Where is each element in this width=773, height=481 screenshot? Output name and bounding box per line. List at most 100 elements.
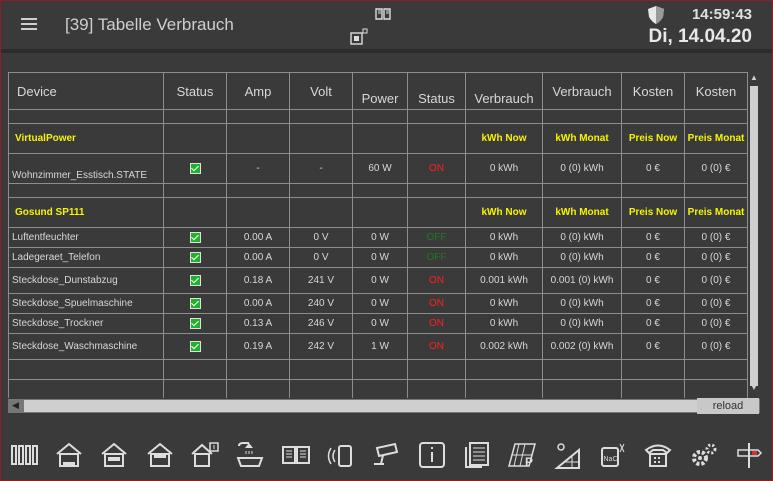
gears-icon[interactable] [688, 439, 720, 471]
solar-panel-icon[interactable] [552, 439, 584, 471]
table-row[interactable]: Ladegeraet_Telefon 0.00 A0 V0 W OFF 0 kWh 0 … [8, 247, 748, 268]
reload-button[interactable]: reload [697, 398, 759, 414]
power-value: 0 W [352, 227, 408, 248]
status-check[interactable] [163, 153, 227, 184]
section-name: VirtualPower [8, 123, 164, 154]
col-header-amp: Amp [226, 72, 290, 110]
menu-icon[interactable] [21, 18, 39, 32]
section-unit-now: kWh Now [465, 197, 543, 228]
header-divider [1, 49, 772, 53]
col-header-switch-status: Status [407, 72, 466, 110]
status-check[interactable] [163, 267, 227, 294]
col-header-power: Power [352, 72, 408, 110]
checkbox-icon[interactable] [189, 231, 201, 243]
volt-value: 246 V [289, 313, 353, 334]
table-row[interactable]: Wohnzimmer_Esstisch.STATE - -60 W ON 0 kWh 0 … [8, 153, 748, 184]
consumption-table: Device Status Amp Volt Power Status Verb… [8, 72, 748, 398]
cost-month: 0 (0) € [684, 267, 748, 294]
phone-speaker-icon[interactable] [325, 439, 357, 471]
switch-state: OFF [407, 227, 466, 248]
vertical-scroll-thumb[interactable] [750, 86, 758, 386]
checkbox-icon[interactable] [189, 251, 201, 263]
svg-text:P: P [525, 455, 533, 469]
svg-text:NaCl: NaCl [604, 456, 620, 463]
checkbox-icon[interactable] [189, 340, 201, 352]
status-check[interactable] [163, 333, 227, 360]
shower-icon[interactable] [234, 439, 266, 471]
page-title: [39] Tabelle Verbrauch [65, 15, 234, 34]
amp-value: 0.00 A [226, 227, 290, 248]
table-row[interactable]: Steckdose_Spuelmaschine 0.00 A 240 V0 W ON 0… [8, 293, 748, 314]
volt-value: 0 V [289, 247, 353, 268]
status-check[interactable] [163, 293, 227, 314]
device-name: Steckdose_Waschmaschine [8, 333, 164, 360]
table-row[interactable]: Luftentfeuchter 0.00 A0 V0 W OFF 0 kWh 0 (0)… [8, 227, 748, 248]
usage-month: 0 (0) kWh [542, 293, 622, 314]
camera-icon[interactable] [370, 439, 402, 471]
cost-month: 0 (0) € [684, 247, 748, 268]
house-kg-icon[interactable] [53, 439, 85, 471]
table-row[interactable]: Steckdose_Trockner 0.13 A 246 V0 W ON 0 kWh 0… [8, 313, 748, 334]
cost-now: 0 € [621, 267, 685, 294]
info-icon[interactable] [416, 439, 448, 471]
scroll-left-icon[interactable]: ◀ [12, 400, 19, 411]
scroll-up-icon[interactable]: ▲ [750, 73, 758, 82]
power-value: 0 W [352, 267, 408, 294]
section-price-now: Preis Now [621, 197, 685, 228]
usage-month: 0.001 (0) kWh [542, 267, 622, 294]
volt-value: 241 V [289, 267, 353, 294]
status-check[interactable] [163, 247, 227, 268]
header-bar: [39] Tabelle Verbrauch 14:59:43 Di, 14.0… [1, 1, 772, 49]
usage-month: 0 (0) kWh [542, 153, 622, 184]
device-name: Luftentfeuchter [8, 227, 164, 248]
house-info-icon[interactable] [189, 439, 221, 471]
telephone-icon[interactable] [642, 439, 674, 471]
book-icon[interactable] [280, 439, 312, 471]
cost-month: 0 (0) € [684, 293, 748, 314]
cost-now: 0 € [621, 293, 685, 314]
cost-month: 0 (0) € [684, 313, 748, 334]
house-eg-icon[interactable] [98, 439, 130, 471]
signpost-icon[interactable] [733, 439, 765, 471]
checkbox-icon[interactable] [189, 317, 201, 329]
table-row[interactable]: Steckdose_Waschmaschine 0.19 A 242 V1 W ON 0… [8, 333, 748, 360]
cost-now: 0 € [621, 247, 685, 268]
horizontal-scrollbar[interactable]: ◀ [8, 399, 760, 413]
status-check[interactable] [163, 227, 227, 248]
usage-month: 0 (0) kWh [542, 227, 622, 248]
device-name: Wohnzimmer_Esstisch.STATE [8, 153, 164, 184]
spacer-row [8, 359, 748, 380]
power-value: 0 W [352, 247, 408, 268]
documents-icon[interactable] [461, 439, 493, 471]
switch-state: ON [407, 153, 466, 184]
power-value: 0 W [352, 293, 408, 314]
usage-month: 0 (0) kWh [542, 313, 622, 334]
switch-state: OFF [407, 247, 466, 268]
volt-value: 242 V [289, 333, 353, 360]
scroll-down-icon[interactable]: ▼ [750, 383, 758, 392]
power-value: 60 W [352, 153, 408, 184]
horizontal-scroll-thumb[interactable] [24, 400, 700, 412]
col-header-cost-month: Kosten [684, 72, 748, 110]
checkbox-icon[interactable] [189, 274, 201, 286]
section-name: Gosund SP111 [8, 197, 164, 228]
house-og-icon[interactable] [144, 439, 176, 471]
solar-p-icon[interactable]: P [506, 439, 538, 471]
consumption-table-container[interactable]: Device Status Amp Volt Power Status Verb… [8, 72, 748, 398]
amp-value: - [226, 153, 290, 184]
book-view-icon[interactable] [375, 7, 391, 26]
checkbox-icon[interactable] [189, 162, 201, 174]
nacl-icon[interactable]: NaCl [597, 439, 629, 471]
status-check[interactable] [163, 313, 227, 334]
amp-value: 0.19 A [226, 333, 290, 360]
radiator-icon[interactable] [8, 439, 40, 471]
cost-now: 0 € [621, 153, 685, 184]
table-row[interactable]: Steckdose_Dunstabzug 0.18 A 241 V0 W ON 0.00… [8, 267, 748, 294]
vertical-scrollbar[interactable]: ▲ ▼ [748, 72, 760, 394]
section-unit-month: kWh Monat [542, 197, 622, 228]
window-icon[interactable] [350, 28, 368, 51]
checkbox-icon[interactable] [189, 297, 201, 309]
cost-month: 0 (0) € [684, 333, 748, 360]
section-header-row: VirtualPower kWh Now kWh Monat Preis Now Pre… [8, 123, 748, 154]
col-header-status: Status [163, 72, 227, 110]
